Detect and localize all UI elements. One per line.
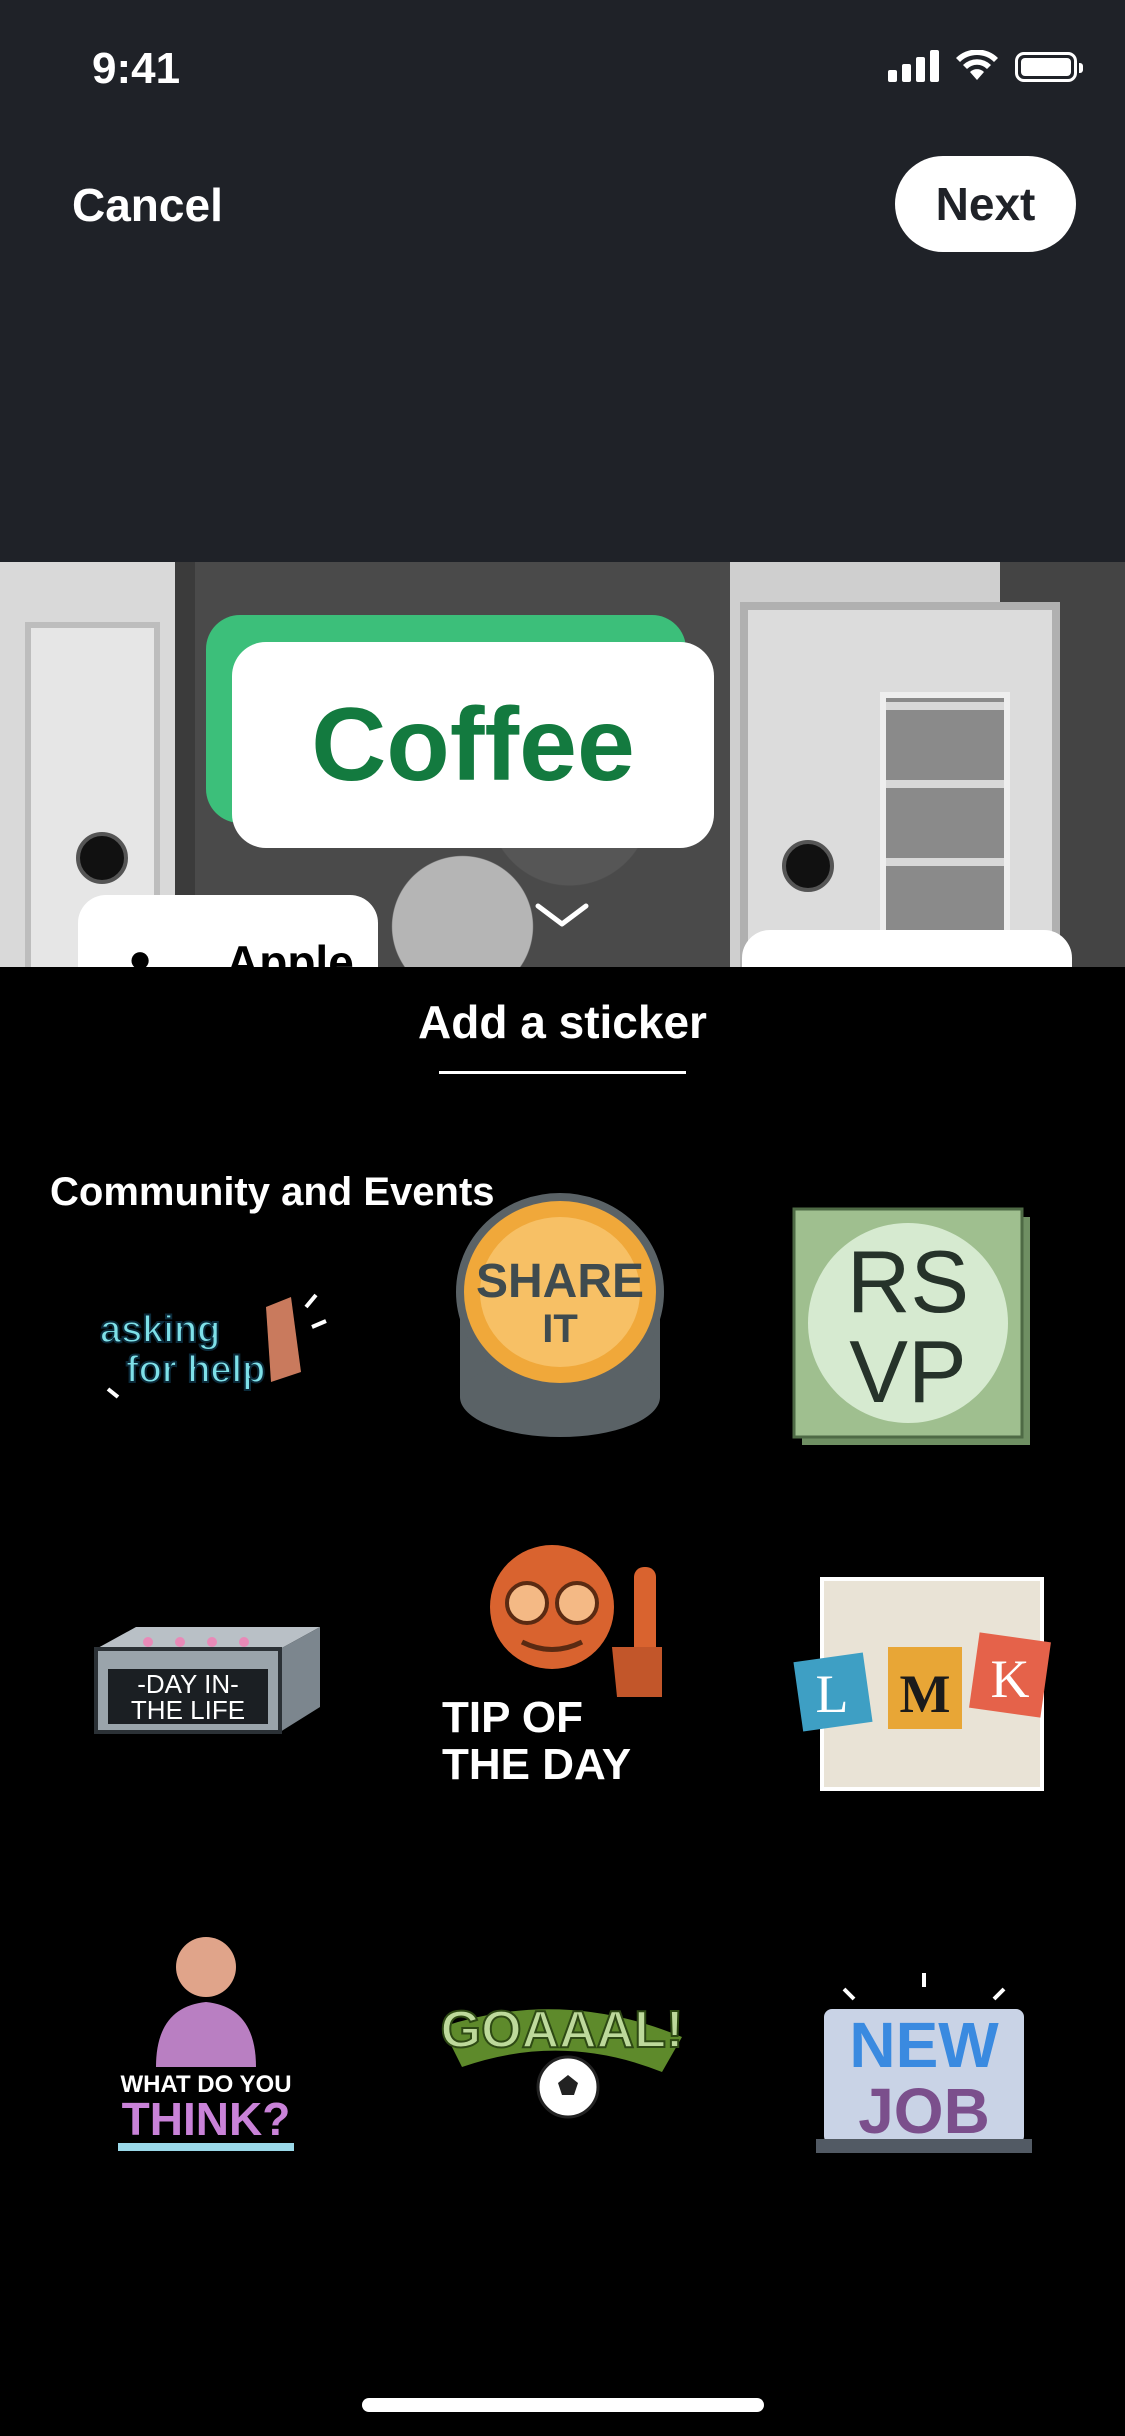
home-indicator[interactable] [362, 2398, 764, 2412]
sticker-text: JOB [858, 2075, 990, 2147]
sticker-text: THE LIFE [131, 1695, 245, 1725]
battery-icon [1015, 52, 1083, 82]
sticker-asking-for-help[interactable]: asking for help [56, 1167, 356, 1467]
sheet-title: Add a sticker [418, 996, 707, 1048]
sticker-share-it[interactable]: SHARE IT [412, 1167, 712, 1467]
sticker-text: L [816, 1664, 849, 1724]
sticker-sheet: Add a sticker Community and Events askin… [0, 967, 1125, 2436]
sticker-text: SHARE [476, 1255, 644, 1308]
sticker-text: RS [847, 1232, 969, 1331]
hand-icon [266, 1297, 301, 1382]
sticker-day-in-the-life[interactable]: -DAY IN- THE LIFE [56, 1527, 356, 1827]
sticker-tip-of-the-day[interactable]: TIP OF THE DAY [412, 1527, 712, 1827]
coffee-sticker-label: Coffee [311, 686, 635, 803]
sticker-text: asking [100, 1309, 220, 1351]
sticker-goaaal[interactable]: GOAAAL! [412, 1897, 712, 2197]
photo-window [880, 692, 1010, 942]
door-knob-left [76, 832, 128, 884]
sticker-text: THINK? [122, 2093, 291, 2145]
sticker-text: THE DAY [442, 1740, 631, 1789]
sticker-what-do-you-think[interactable]: WHAT DO YOU THINK? [56, 1897, 356, 2197]
wifi-icon [956, 50, 998, 80]
status-icons [888, 48, 1083, 82]
status-time: 9:41 [92, 44, 181, 93]
sticker-text: for help [126, 1349, 265, 1391]
sticker-text: K [991, 1649, 1030, 1709]
door-knob-right [782, 840, 834, 892]
sticker-text: TIP OF [442, 1693, 583, 1742]
sticker-text: IT [542, 1307, 578, 1351]
sticker-text: NEW [849, 2009, 999, 2081]
status-bar: 9:41 [0, 0, 1125, 140]
coffee-sticker[interactable]: Coffee [232, 642, 714, 848]
sticker-rsvp[interactable]: RS VP [774, 1167, 1074, 1467]
sticker-lmk[interactable]: L M K [774, 1527, 1074, 1827]
cancel-button[interactable]: Cancel [72, 178, 223, 232]
sticker-text: GOAAAL! [441, 2001, 684, 2059]
next-button[interactable]: Next [895, 156, 1076, 252]
chevron-down-icon[interactable] [534, 900, 590, 930]
sticker-text: VP [849, 1322, 966, 1421]
sheet-title-underline [439, 1071, 686, 1074]
sticker-new-job[interactable]: NEW JOB [774, 1897, 1074, 2197]
signal-icon [888, 48, 939, 82]
sticker-text: M [900, 1664, 951, 1724]
